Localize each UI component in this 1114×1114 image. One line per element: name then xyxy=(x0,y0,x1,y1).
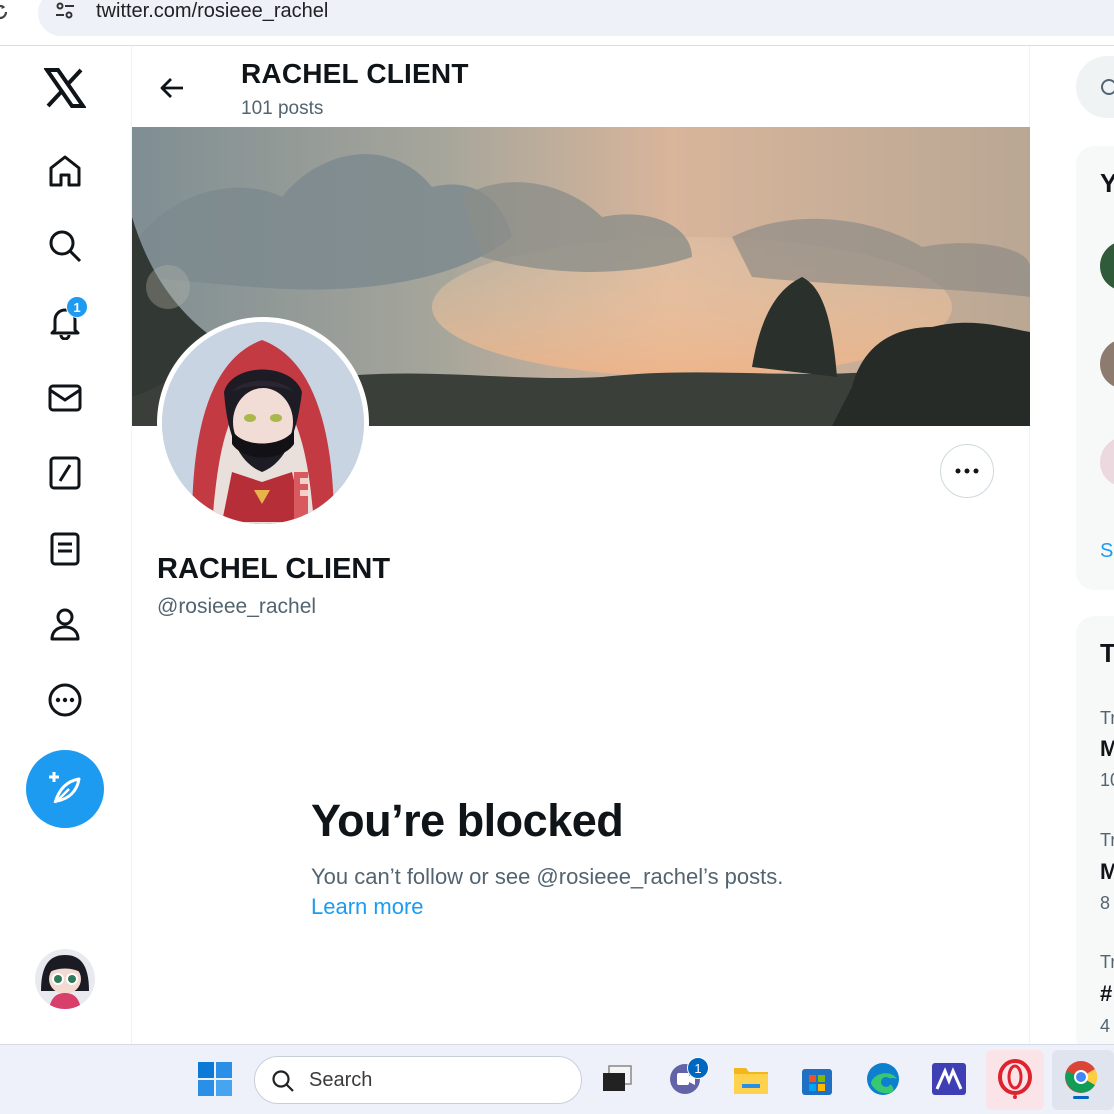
messages-envelope-icon[interactable] xyxy=(40,373,90,423)
opera-browser-icon[interactable] xyxy=(994,1058,1036,1100)
trend-label: Tr xyxy=(1100,708,1114,728)
learn-more-link[interactable]: Learn more xyxy=(311,894,424,920)
task-view-icon[interactable] xyxy=(596,1058,638,1100)
trend-count: 4 xyxy=(1100,1016,1111,1036)
sidebar-search-field[interactable] xyxy=(1076,56,1114,118)
x-logo-icon[interactable] xyxy=(40,63,90,113)
reload-icon[interactable] xyxy=(0,2,10,22)
explore-search-icon[interactable] xyxy=(40,221,90,271)
home-icon[interactable] xyxy=(40,146,90,196)
trends-heading: T xyxy=(1100,638,1114,668)
compose-post-button[interactable] xyxy=(26,750,104,828)
profile-main-column: RACHEL CLIENT 101 posts RACHEL CLIENT @r… xyxy=(132,46,1030,1044)
who-to-follow-heading: Y xyxy=(1100,168,1114,198)
account-avatar[interactable] xyxy=(35,949,95,1009)
more-options-button[interactable] xyxy=(940,444,994,498)
compose-feather-icon xyxy=(49,772,81,804)
edge-browser-icon[interactable] xyxy=(862,1058,904,1100)
profile-person-icon[interactable] xyxy=(40,599,90,649)
chrome-browser-icon[interactable] xyxy=(1060,1058,1102,1100)
trend-title[interactable]: # xyxy=(1100,981,1112,1007)
right-sidebar: Y S T Tr M 10 Tr M 8 Tr # 4 xyxy=(1030,46,1114,1056)
header-profile-name: RACHEL CLIENT xyxy=(241,58,469,89)
site-settings-icon[interactable] xyxy=(54,0,76,22)
header-post-count: 101 posts xyxy=(241,98,324,119)
grok-icon[interactable] xyxy=(40,448,90,498)
show-more-link[interactable]: S xyxy=(1100,540,1113,563)
search-icon xyxy=(272,1070,294,1092)
back-button[interactable] xyxy=(154,70,190,106)
profile-avatar[interactable] xyxy=(157,317,369,529)
search-icon xyxy=(1101,79,1114,95)
left-nav: 1 xyxy=(0,46,132,1044)
profile-display-name: RACHEL CLIENT xyxy=(157,553,391,585)
trend-label: Tr xyxy=(1100,830,1114,850)
browser-address-bar: twitter.com/rosieee_rachel xyxy=(0,0,1114,46)
microsoft-store-icon[interactable] xyxy=(796,1058,838,1100)
trend-title[interactable]: M xyxy=(1100,859,1114,885)
windows-start-icon[interactable] xyxy=(194,1058,236,1100)
file-explorer-icon[interactable] xyxy=(730,1058,772,1100)
trend-count: 8 xyxy=(1100,893,1111,913)
taskbar-search-input[interactable]: Search xyxy=(254,1056,582,1104)
trend-title[interactable]: M xyxy=(1100,736,1114,762)
more-dots-icon xyxy=(955,468,979,474)
lists-icon[interactable] xyxy=(40,524,90,574)
trend-label: Tr xyxy=(1100,952,1114,972)
back-arrow-icon xyxy=(160,78,183,98)
notifications-badge: 1 xyxy=(66,296,88,318)
trend-count: 10 xyxy=(1100,770,1114,790)
blocked-message: You can’t follow or see @rosieee_rachel’… xyxy=(311,864,784,889)
app-icon[interactable] xyxy=(928,1058,970,1100)
url-text[interactable]: twitter.com/rosieee_rachel xyxy=(96,0,328,22)
profile-handle: @rosieee_rachel xyxy=(157,595,317,618)
teams-badge: 1 xyxy=(687,1057,709,1079)
windows-taskbar: Search 1 xyxy=(0,1044,1114,1114)
blocked-title: You’re blocked xyxy=(311,795,624,846)
taskbar-search-placeholder: Search xyxy=(309,1069,373,1091)
more-circle-icon[interactable] xyxy=(40,675,90,725)
